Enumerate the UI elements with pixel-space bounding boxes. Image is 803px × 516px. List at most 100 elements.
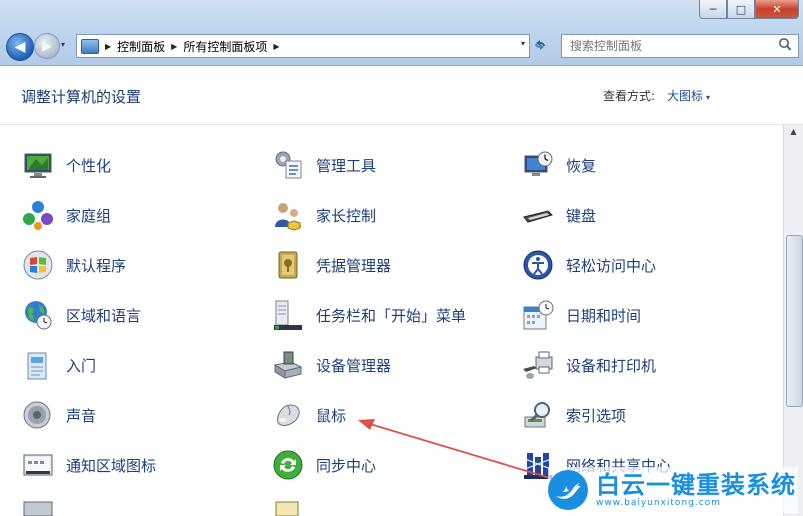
item-ease-of-access[interactable]: 轻松访问中心 [522, 247, 656, 283]
item-taskbar-start-menu[interactable]: 任务栏和「开始」菜单 [272, 297, 466, 333]
address-bar[interactable]: ▶ 控制面板 ▶ 所有控制面板项 ▶ ▾ [76, 34, 530, 58]
refresh-icon [535, 40, 545, 50]
partial-row-icon [22, 125, 54, 131]
item-label[interactable]: 同步中心 [316, 455, 376, 476]
indexing-options-icon [524, 402, 550, 428]
item-date-time[interactable]: 日期和时间 [522, 297, 641, 333]
item-label[interactable]: 家长控制 [316, 205, 376, 226]
minimize-button[interactable]: ─ [699, 0, 727, 19]
item-administrative-tools[interactable]: 管理工具 [272, 147, 376, 183]
item-label[interactable]: 默认程序 [66, 255, 126, 276]
item-indexing-options[interactable]: 索引选项 [522, 397, 626, 433]
page-title: 调整计算机的设置 [21, 88, 142, 106]
watermark-text-block: 白云一键重装系统 www.baiyunxitong.com [596, 472, 796, 508]
item-label[interactable]: 声音 [66, 405, 96, 426]
refresh-button[interactable] [530, 34, 550, 56]
sound-icon [23, 401, 51, 429]
breadcrumb-separator[interactable]: ▶ [273, 42, 279, 51]
item-label[interactable]: 轻松访问中心 [566, 255, 656, 276]
item-label[interactable]: 管理工具 [316, 155, 376, 176]
homegroup-icon [23, 201, 53, 230]
partial-row-icon [272, 125, 304, 131]
item-label[interactable]: 设备管理器 [316, 355, 391, 376]
maximize-button[interactable]: □ [727, 0, 755, 19]
scroll-up-arrow-icon[interactable]: ▲ [786, 127, 801, 141]
bird-logo-icon [548, 470, 588, 510]
device-manager-icon [273, 351, 303, 379]
item-region-language[interactable]: 区域和语言 [22, 297, 141, 333]
breadcrumb-separator[interactable]: ▶ [105, 42, 111, 51]
search-icon[interactable] [778, 37, 792, 53]
recovery-icon [524, 151, 553, 176]
view-by-value[interactable]: 大图标 [667, 89, 703, 103]
item-personalization[interactable]: 个性化 [22, 147, 111, 183]
taskbar-start-icon [274, 300, 302, 330]
item-label[interactable]: 索引选项 [566, 405, 626, 426]
default-programs-icon [23, 250, 53, 280]
item-label[interactable]: 设备和打印机 [566, 355, 656, 376]
partial-row-icon [23, 501, 53, 516]
control-panel-window: ─ □ ✕ ◀ ▶ ▾ ▶ 控制面板 ▶ 所有控制面板项 ▶ ▾ 搜索控制面板 … [0, 0, 803, 516]
view-by-dropdown[interactable]: 大图标 ▾ [667, 87, 710, 104]
breadcrumb-control-panel[interactable]: 控制面板 [117, 38, 165, 55]
control-panel-icon [81, 38, 99, 54]
item-label[interactable]: 区域和语言 [66, 305, 141, 326]
page-header: 调整计算机的设置 查看方式: 大图标 ▾ [0, 66, 803, 125]
item-sync-center[interactable]: 同步中心 [272, 447, 376, 483]
item-device-manager[interactable]: 设备管理器 [272, 347, 391, 383]
mouse-icon [277, 404, 300, 426]
ease-of-access-icon [523, 250, 553, 280]
view-by-label: 查看方式: [603, 89, 656, 103]
partial-row-icon [522, 125, 554, 131]
item-label[interactable]: 凭据管理器 [316, 255, 391, 276]
item-label[interactable]: 入门 [66, 355, 96, 376]
item-default-programs[interactable]: 默认程序 [22, 247, 126, 283]
personalization-icon [24, 153, 52, 178]
back-arrow-icon: ◀ [14, 39, 26, 55]
item-label[interactable]: 键盘 [566, 205, 596, 226]
item-label[interactable]: 家庭组 [66, 205, 111, 226]
forward-button[interactable]: ▶ [34, 33, 60, 59]
item-label[interactable]: 恢复 [566, 155, 596, 176]
item-credential-manager[interactable]: 凭据管理器 [272, 247, 391, 283]
credential-manager-icon [278, 251, 298, 279]
scroll-thumb[interactable] [786, 235, 803, 407]
item-recovery[interactable]: 恢复 [522, 147, 596, 183]
item-sound[interactable]: 声音 [22, 397, 96, 433]
address-dropdown[interactable]: ▾ [521, 39, 525, 48]
sync-center-icon [273, 450, 303, 480]
vertical-scrollbar[interactable]: ▲ [783, 125, 803, 516]
watermark-url: www.baiyunxitong.com [596, 498, 721, 508]
date-time-icon [523, 300, 554, 330]
item-mouse[interactable]: 鼠标 [272, 397, 346, 433]
getting-started-icon [27, 352, 47, 380]
item-label[interactable]: 任务栏和「开始」菜单 [316, 305, 466, 326]
item-label[interactable]: 日期和时间 [566, 305, 641, 326]
devices-printers-icon [523, 351, 553, 379]
search-input[interactable] [568, 38, 772, 54]
item-label[interactable]: 个性化 [66, 155, 111, 176]
item-keyboard[interactable]: 键盘 [522, 197, 596, 233]
watermark-title: 白云一键重装系统 [596, 471, 796, 499]
close-button[interactable]: ✕ [755, 0, 799, 19]
back-button[interactable]: ◀ [6, 33, 34, 61]
item-label[interactable]: 鼠标 [316, 405, 346, 426]
window-controls: ─ □ ✕ [699, 0, 799, 19]
partial-row-icon [275, 501, 299, 516]
search-box[interactable] [561, 34, 799, 58]
chevron-down-icon[interactable]: ▾ [706, 93, 710, 102]
item-label[interactable]: 通知区域图标 [66, 455, 156, 476]
breadcrumb-separator[interactable]: ▶ [171, 42, 177, 51]
region-language-icon [25, 301, 52, 330]
item-getting-started[interactable]: 入门 [22, 347, 96, 383]
control-panel-items-grid: 个性化 管理工具 恢复 家庭组 家长控制 键盘 默认程序 凭据管理器 轻松访问中… [0, 125, 783, 516]
notification-icons-icon [23, 454, 53, 476]
recent-pages-dropdown[interactable]: ▾ [61, 40, 65, 49]
breadcrumb-all-items[interactable]: 所有控制面板项 [183, 38, 267, 55]
item-notification-area-icons[interactable]: 通知区域图标 [22, 447, 156, 483]
item-homegroup[interactable]: 家庭组 [22, 197, 111, 233]
parental-controls-icon [275, 203, 301, 231]
item-parental-controls[interactable]: 家长控制 [272, 197, 376, 233]
window-chrome: ─ □ ✕ ◀ ▶ ▾ ▶ 控制面板 ▶ 所有控制面板项 ▶ ▾ [0, 0, 803, 66]
item-devices-printers[interactable]: 设备和打印机 [522, 347, 656, 383]
